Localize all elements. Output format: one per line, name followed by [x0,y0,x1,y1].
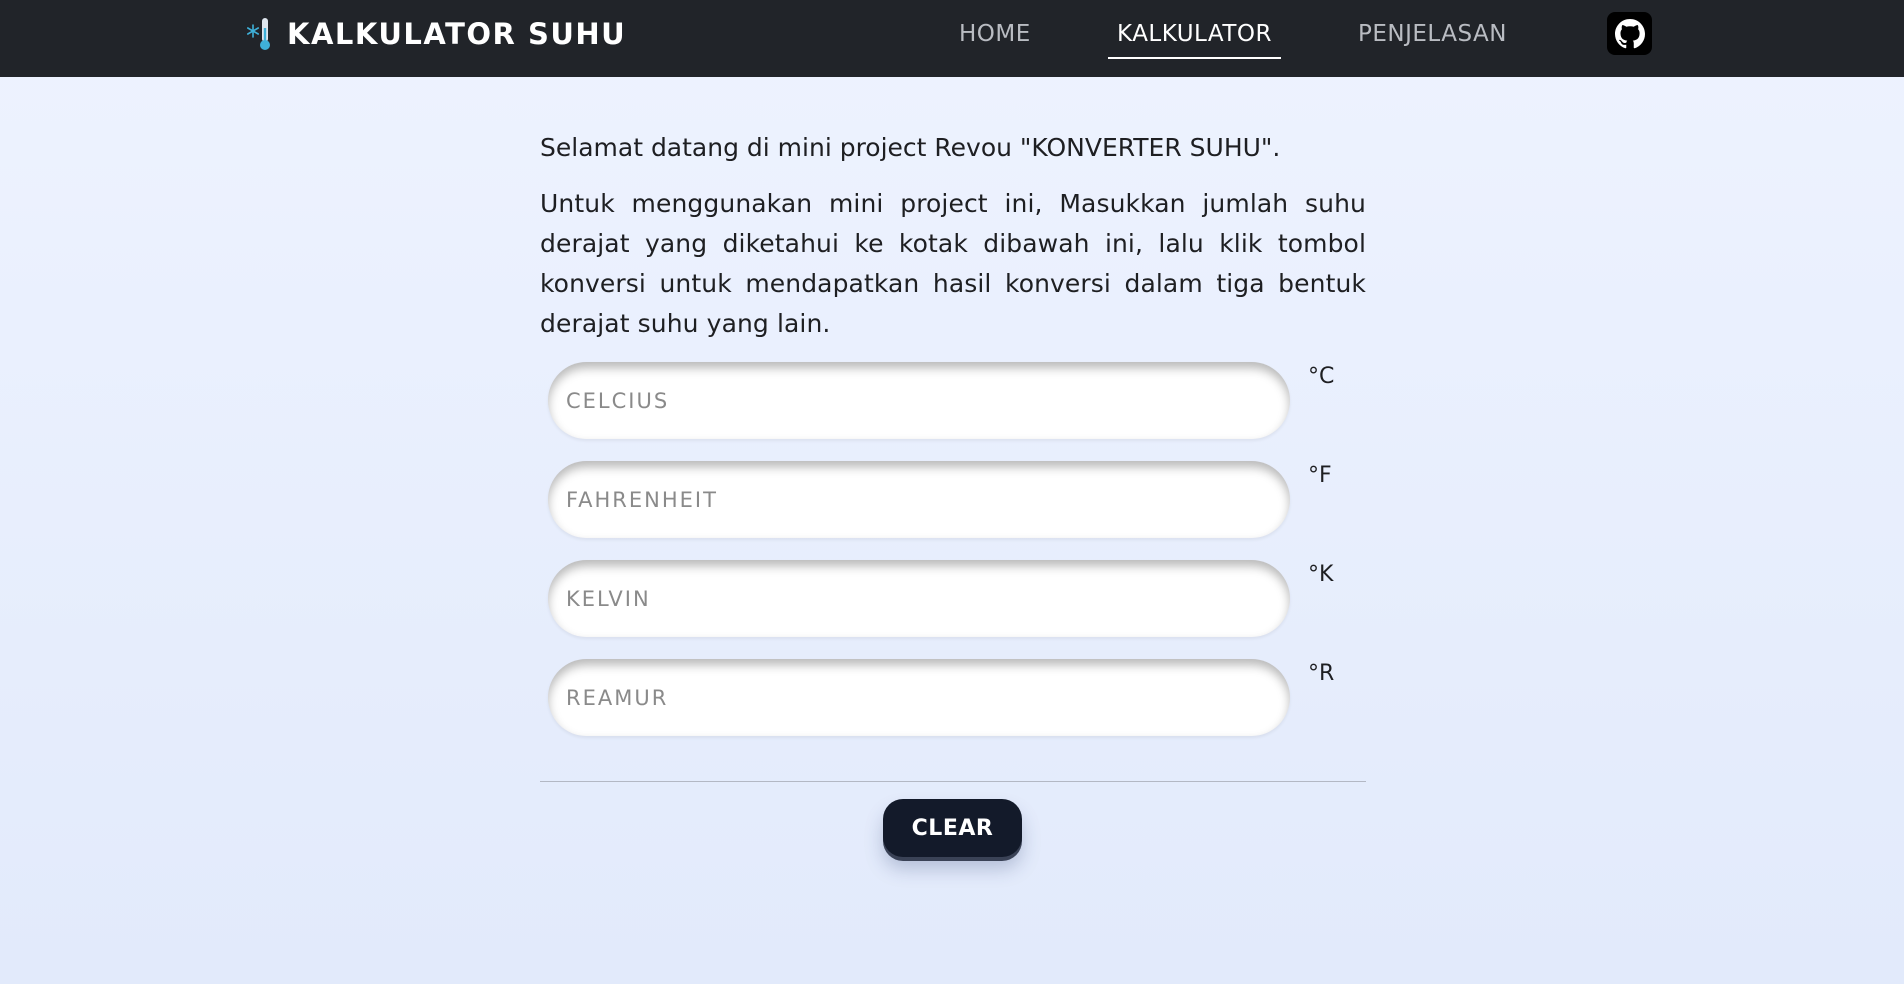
intro-instructions-text: Untuk menggunakan mini project ini, Masu… [540,189,1366,338]
reamur-unit-label: °R [1308,661,1335,686]
thermometer-snowflake-icon [247,18,270,50]
temperature-form: °C °F °K °R [548,362,1348,758]
fahrenheit-unit-label: °F [1308,463,1332,488]
kelvin-input[interactable] [548,560,1290,637]
celcius-input[interactable] [548,362,1290,439]
celcius-row: °C [548,362,1348,439]
brand[interactable]: KALKULATOR SUHU [247,14,626,54]
divider [540,781,1366,782]
clear-button[interactable]: CLEAR [883,799,1022,857]
reamur-input[interactable] [548,659,1290,736]
top-navbar: KALKULATOR SUHU HOME KALKULATOR PENJELAS… [0,0,1904,77]
celcius-unit-label: °C [1308,364,1335,389]
fahrenheit-row: °F [548,461,1348,538]
github-link[interactable] [1607,12,1652,55]
nav-link-penjelasan[interactable]: PENJELASAN [1358,18,1507,58]
nav-link-kalkulator[interactable]: KALKULATOR [1108,18,1281,59]
reamur-row: °R [548,659,1348,736]
main-content: Selamat datang di mini project Revou "KO… [540,128,1366,344]
github-icon [1614,18,1645,48]
kelvin-unit-label: °K [1308,562,1334,587]
fahrenheit-input[interactable] [548,461,1290,538]
nav-link-home[interactable]: HOME [959,18,1031,58]
kelvin-row: °K [548,560,1348,637]
intro-welcome-text: Selamat datang di mini project Revou "KO… [540,133,1281,162]
brand-title: KALKULATOR SUHU [287,17,627,51]
